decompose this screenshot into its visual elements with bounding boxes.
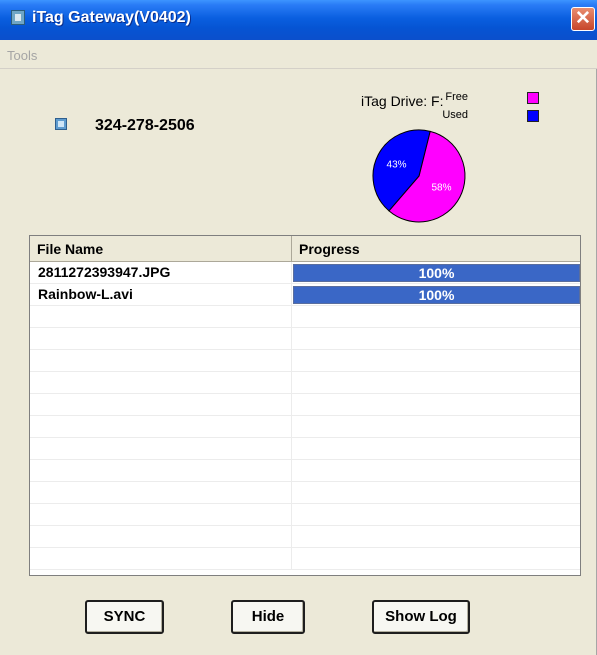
table-row[interactable] bbox=[30, 306, 580, 328]
hide-button[interactable]: Hide bbox=[231, 600, 305, 634]
table-row[interactable] bbox=[30, 526, 580, 548]
progress-cell bbox=[292, 548, 580, 569]
close-button[interactable]: ✕ bbox=[571, 7, 595, 31]
progress-cell bbox=[292, 460, 580, 481]
table-header: File Name Progress bbox=[30, 236, 580, 262]
pie-slice-label: 43% bbox=[387, 159, 407, 170]
file-name-cell: Rainbow-L.avi bbox=[30, 284, 292, 305]
table-row[interactable] bbox=[30, 394, 580, 416]
progress-cell: 100% bbox=[292, 262, 580, 283]
progress-cell bbox=[292, 306, 580, 327]
progress-text: 100% bbox=[418, 265, 455, 281]
table-row[interactable] bbox=[30, 504, 580, 526]
progress-cell: 100% bbox=[292, 284, 580, 305]
table-body: 2811272393947.JPG 100% Rainbow-L.avi 100% bbox=[30, 262, 580, 570]
file-name-cell bbox=[30, 350, 292, 371]
pie-legend: Free Used bbox=[442, 91, 541, 125]
progress-cell bbox=[292, 482, 580, 503]
app-window: iTag Gateway(V0402) ✕ Tools 324-278-2506… bbox=[0, 0, 597, 655]
column-header-file-name[interactable]: File Name bbox=[30, 236, 292, 261]
table-row[interactable] bbox=[30, 372, 580, 394]
file-name-cell bbox=[30, 526, 292, 547]
file-name-cell bbox=[30, 438, 292, 459]
progress-text: 100% bbox=[418, 287, 455, 303]
file-name-cell bbox=[30, 372, 292, 393]
file-name-cell bbox=[30, 416, 292, 437]
file-name-cell bbox=[30, 328, 292, 349]
sync-button[interactable]: SYNC bbox=[85, 600, 164, 634]
file-name-cell bbox=[30, 504, 292, 525]
table-row[interactable] bbox=[30, 416, 580, 438]
file-name-cell bbox=[30, 394, 292, 415]
table-row[interactable]: Rainbow-L.avi 100% bbox=[30, 284, 580, 306]
progress-cell bbox=[292, 416, 580, 437]
drive-label: iTag Drive: F: bbox=[361, 93, 444, 109]
legend-used-label: Used bbox=[442, 109, 468, 121]
progress-cell bbox=[292, 394, 580, 415]
title-bar[interactable]: iTag Gateway(V0402) ✕ bbox=[0, 0, 597, 40]
table-row[interactable] bbox=[30, 438, 580, 460]
file-name-cell bbox=[30, 548, 292, 569]
file-name-cell bbox=[30, 482, 292, 503]
legend-free-label: Free bbox=[445, 91, 468, 103]
progress-cell bbox=[292, 438, 580, 459]
show-log-button[interactable]: Show Log bbox=[372, 600, 470, 634]
app-icon bbox=[11, 10, 25, 25]
progress-cell bbox=[292, 328, 580, 349]
table-row[interactable] bbox=[30, 328, 580, 350]
device-icon bbox=[55, 118, 67, 130]
window-title: iTag Gateway(V0402) bbox=[32, 9, 191, 26]
drive-usage-pie: 58% 43% bbox=[372, 129, 466, 223]
file-name-cell bbox=[30, 460, 292, 481]
table-row[interactable]: 2811272393947.JPG 100% bbox=[30, 262, 580, 284]
table-row[interactable] bbox=[30, 350, 580, 372]
legend-free-swatch bbox=[527, 92, 539, 104]
menu-bar: Tools bbox=[0, 40, 597, 69]
device-id: 324-278-2506 bbox=[95, 117, 195, 134]
progress-cell bbox=[292, 350, 580, 371]
legend-used-swatch bbox=[527, 110, 539, 122]
progress-cell bbox=[292, 504, 580, 525]
file-name-cell: 2811272393947.JPG bbox=[30, 262, 292, 283]
file-table: File Name Progress 2811272393947.JPG 100%… bbox=[29, 235, 581, 576]
file-name-cell bbox=[30, 306, 292, 327]
progress-bar: 100% bbox=[293, 264, 580, 282]
progress-cell bbox=[292, 526, 580, 547]
progress-bar: 100% bbox=[293, 286, 580, 304]
menu-tools[interactable]: Tools bbox=[7, 48, 37, 63]
table-row[interactable] bbox=[30, 482, 580, 504]
pie-slice-label: 58% bbox=[431, 183, 451, 194]
table-row[interactable] bbox=[30, 460, 580, 482]
table-row[interactable] bbox=[30, 548, 580, 570]
column-header-progress[interactable]: Progress bbox=[292, 236, 580, 261]
progress-cell bbox=[292, 372, 580, 393]
